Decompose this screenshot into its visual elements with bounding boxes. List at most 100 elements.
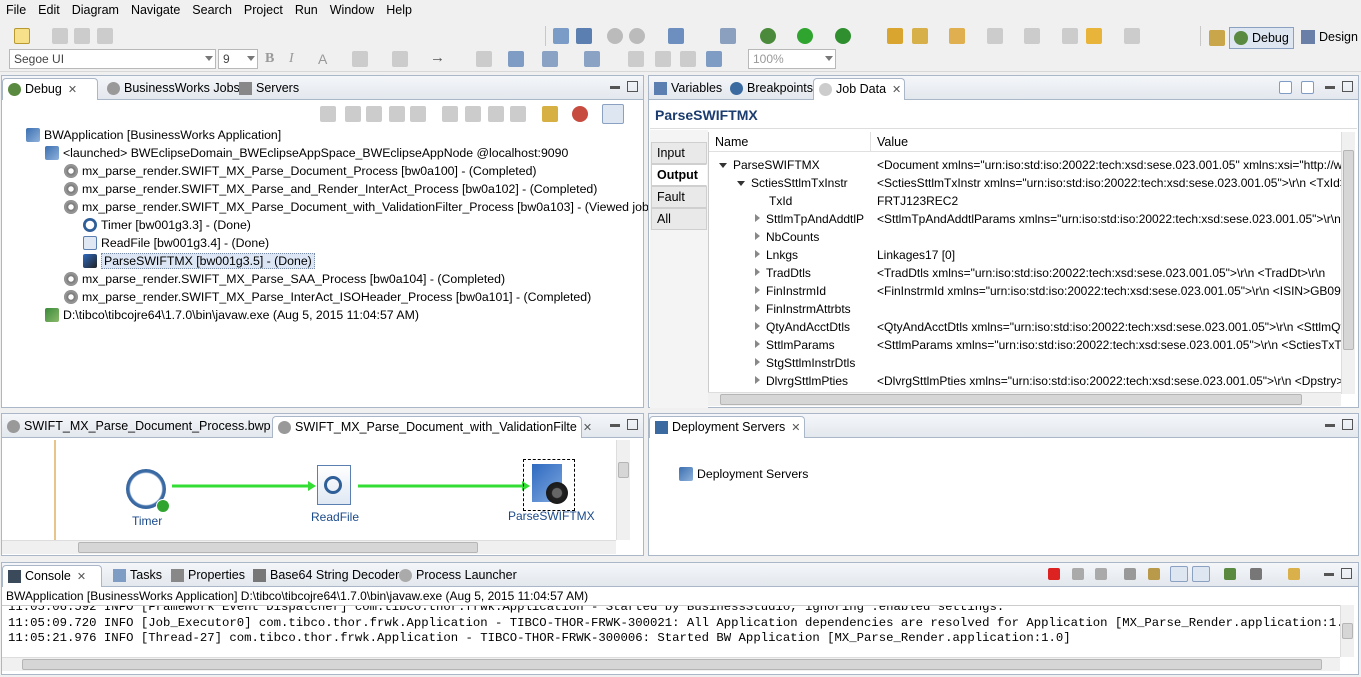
tab-parse-document-process[interactable]: SWIFT_MX_Parse_Document_Process.bwp <box>2 416 271 438</box>
step-over-icon[interactable] <box>465 106 481 122</box>
minimize-icon[interactable] <box>610 424 620 427</box>
collapsed-arrow-icon[interactable] <box>755 376 760 384</box>
debug-tree-item[interactable]: D:\tibco\tibcojre64\1.7.0\bin\javaw.exe … <box>45 306 419 324</box>
close-icon[interactable]: ✕ <box>791 422 800 434</box>
menu-project[interactable]: Project <box>238 0 289 20</box>
debug-tree-item[interactable]: <launched> BWEclipseDomain_BWEclipseAppS… <box>45 144 568 162</box>
console-hscrollbar[interactable] <box>2 657 1340 671</box>
debug-tree-item[interactable]: mx_parse_render.SWIFT_MX_Parse_SAA_Proce… <box>64 270 505 288</box>
collapsed-arrow-icon[interactable] <box>755 232 760 240</box>
save-icon[interactable] <box>52 28 68 44</box>
tab-all[interactable]: All <box>651 208 707 230</box>
next-annotation-icon[interactable] <box>987 28 1003 44</box>
remove-all-icon[interactable] <box>1095 568 1107 580</box>
job-data-row[interactable]: TradDtls <TradDtls xmlns="urn:iso:std:iso… <box>709 264 1341 282</box>
collapse-all-icon[interactable] <box>1301 81 1314 94</box>
job-data-row[interactable]: FinInstrmAttrbts <box>709 300 1341 318</box>
terminate-icon[interactable] <box>389 106 405 122</box>
menu-help[interactable]: Help <box>380 0 418 20</box>
debug-tree-item[interactable]: mx_parse_render.SWIFT_MX_Parse_Document_… <box>64 162 537 180</box>
collapsed-arrow-icon[interactable] <box>755 304 760 312</box>
menu-diagram[interactable]: Diagram <box>66 0 125 20</box>
job-data-row[interactable]: ParseSWIFTMX <Document xmlns="urn:iso:std… <box>709 156 1341 174</box>
debug-tree-item[interactable]: mx_parse_render.SWIFT_MX_Parse_InterAct_… <box>64 288 591 306</box>
font-size-combo[interactable]: 9 <box>218 49 258 69</box>
maximize-icon[interactable] <box>1341 568 1352 579</box>
resume-icon[interactable] <box>345 106 361 122</box>
tab-deployment-servers[interactable]: Deployment Servers ✕ <box>649 416 805 438</box>
close-icon[interactable]: ✕ <box>77 571 86 583</box>
scroll-lock-icon[interactable] <box>1148 568 1160 580</box>
debug-tree-item[interactable]: Timer [bw001g3.3] - (Done) <box>83 216 251 234</box>
collapsed-arrow-icon[interactable] <box>755 250 760 258</box>
debug-tree-item[interactable]: ReadFile [bw001g3.4] - (Done) <box>83 234 269 252</box>
view-icon[interactable] <box>706 51 722 67</box>
menu-search[interactable]: Search <box>186 0 238 20</box>
tab-output[interactable]: Output <box>651 164 707 186</box>
editor-vscrollbar[interactable] <box>616 440 630 540</box>
job-data-row[interactable]: SttlmTpAndAddtlP <SttlmTpAndAddtlParams x… <box>709 210 1341 228</box>
back-icon[interactable] <box>1086 28 1102 44</box>
tab-tasks[interactable]: Tasks <box>108 565 162 587</box>
collapsed-arrow-icon[interactable] <box>755 340 760 348</box>
align-icon[interactable] <box>542 51 558 67</box>
skip-breakpoints-icon[interactable] <box>572 106 588 122</box>
debug-perspective-button[interactable]: Debug <box>1229 27 1294 49</box>
tab-process-launcher[interactable]: Process Launcher <box>394 565 517 587</box>
forward-icon[interactable] <box>1124 28 1140 44</box>
suspend-icon[interactable] <box>366 106 382 122</box>
console-vscrollbar[interactable] <box>1340 605 1354 657</box>
prev-annotation-icon[interactable] <box>1024 28 1040 44</box>
remove-launch-icon[interactable] <box>320 106 336 122</box>
debug-tree-item[interactable]: BWApplication [BusinessWorks Application… <box>26 126 281 144</box>
fill-color-icon[interactable] <box>352 51 368 67</box>
tab-breakpoints[interactable]: Breakpoints <box>725 78 813 100</box>
italic-icon[interactable]: I <box>289 51 294 67</box>
open-task-icon[interactable] <box>912 28 928 44</box>
display-console-icon[interactable] <box>1250 568 1262 580</box>
layout-icon[interactable] <box>628 51 644 67</box>
menu-file[interactable]: File <box>0 0 32 20</box>
tab-servers[interactable]: Servers <box>234 78 299 100</box>
job-data-row[interactable]: StgSttlmInstrDtls <box>709 354 1341 372</box>
show-on-error-icon[interactable] <box>1192 566 1210 582</box>
run-icon[interactable] <box>797 28 813 44</box>
show-on-output-icon[interactable] <box>1170 566 1188 582</box>
deploy-icon[interactable] <box>553 28 569 44</box>
gear-icon[interactable] <box>629 28 645 44</box>
debug-tree-item[interactable]: mx_parse_render.SWIFT_MX_Parse_Document_… <box>64 198 653 216</box>
maximize-icon[interactable] <box>627 81 638 92</box>
collapsed-arrow-icon[interactable] <box>755 214 760 222</box>
minimize-icon[interactable] <box>1325 86 1335 89</box>
debug-tree-item[interactable]: mx_parse_render.SWIFT_MX_Parse_and_Rende… <box>64 180 597 198</box>
external-tools-icon[interactable] <box>835 28 851 44</box>
open-perspective-icon[interactable] <box>1209 30 1225 46</box>
clear-console-icon[interactable] <box>1124 568 1136 580</box>
job-data-row[interactable]: FinInstrmId <FinInstrmId xmlns="urn:iso:s… <box>709 282 1341 300</box>
close-icon[interactable]: ✕ <box>583 422 592 434</box>
column-header-name[interactable]: Name <box>709 132 871 152</box>
new-icon[interactable] <box>14 28 30 44</box>
arrange-icon[interactable] <box>476 51 492 67</box>
column-header-value[interactable]: Value <box>871 132 1341 152</box>
tab-businessworks-jobs[interactable]: BusinessWorks Jobs <box>102 78 240 100</box>
maximize-icon[interactable] <box>627 419 638 430</box>
tab-variables[interactable]: Variables <box>649 78 722 100</box>
step-into-icon[interactable] <box>442 106 458 122</box>
line-color-icon[interactable] <box>392 51 408 67</box>
parseswiftmx-activity[interactable] <box>523 459 575 511</box>
job-data-row[interactable]: TxId FRTJ123REC2 <box>709 192 1341 210</box>
settings-icon[interactable] <box>607 28 623 44</box>
folder-icon[interactable] <box>949 28 965 44</box>
job-data-vscrollbar[interactable] <box>1341 132 1355 394</box>
pin-console-icon[interactable] <box>1224 568 1236 580</box>
bold-icon[interactable]: B <box>265 51 274 67</box>
expand-all-icon[interactable] <box>1279 81 1292 94</box>
menu-navigate[interactable]: Navigate <box>125 0 186 20</box>
tab-properties[interactable]: Properties <box>166 565 245 587</box>
open-console-icon[interactable] <box>1288 568 1300 580</box>
package-icon[interactable] <box>720 28 736 44</box>
ruler-icon[interactable] <box>680 51 696 67</box>
font-color-icon[interactable]: A <box>318 51 327 67</box>
distribute-icon[interactable] <box>584 51 600 67</box>
